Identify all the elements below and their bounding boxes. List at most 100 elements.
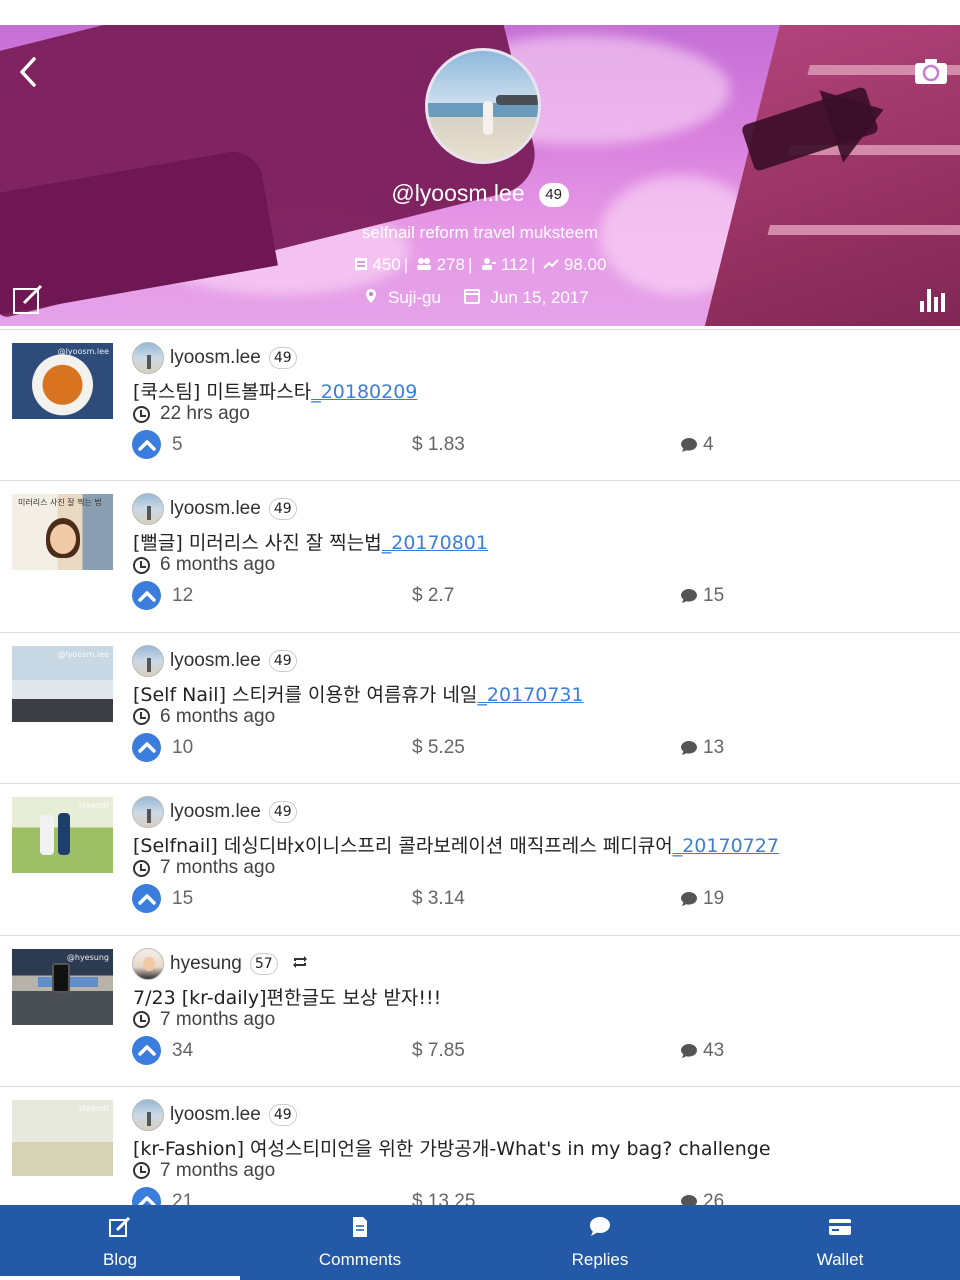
post-title-link[interactable]: _20170731 (477, 684, 583, 706)
post-time-text: 6 months ago (160, 705, 276, 727)
post-title[interactable]: [kr-Fashion] 여성스티미언을 위한 가방공개-What's in m… (133, 1134, 771, 1161)
reply-count-button[interactable]: 15 (680, 585, 724, 607)
post-author-row[interactable]: hyesung 57 (132, 947, 308, 980)
post-item[interactable]: steemit lyoosm.lee 49 [Selfnail] 데싱디바x이니… (0, 784, 960, 936)
author-avatar[interactable] (132, 1098, 164, 1131)
chat-bubble-icon (681, 438, 697, 452)
post-item[interactable]: @lyoosm.lee lyoosm.lee 49 [Self Nail] 스티… (0, 633, 960, 785)
posts-count: 450 (372, 255, 401, 274)
chevron-up-icon (137, 591, 156, 602)
post-author-row[interactable]: lyoosm.lee 49 (132, 1098, 297, 1131)
reply-count-button[interactable]: 4 (680, 434, 714, 456)
resteem-icon (292, 954, 308, 973)
post-author-row[interactable]: lyoosm.lee 49 (132, 493, 297, 526)
post-title[interactable]: 7/23 [kr-daily]편한글도 보상 받자!!! (133, 983, 441, 1010)
reply-count: 13 (703, 736, 725, 758)
upvote-button[interactable] (132, 581, 161, 611)
profile-avatar[interactable] (425, 48, 541, 164)
reputation-badge: 49 (538, 183, 569, 207)
thumbnail-watermark: steemit (78, 801, 109, 811)
username-text: @lyoosm.lee (391, 180, 525, 206)
post-title-link[interactable]: _20170801 (382, 532, 488, 554)
back-button[interactable] (14, 55, 44, 89)
author-avatar[interactable] (132, 644, 164, 677)
post-title-text: [뻘글] 미러리스 사진 잘 찍는법 (133, 532, 382, 555)
author-avatar[interactable] (132, 342, 164, 374)
post-time: 7 months ago (133, 1009, 275, 1031)
vote-count: 34 (172, 1039, 194, 1061)
upvote-button[interactable] (132, 884, 161, 914)
post-thumbnail[interactable]: steemit (12, 797, 113, 874)
post-item[interactable]: steemit lyoosm.lee 49 [kr-Fashion] 여성스티미… (0, 1087, 960, 1205)
upvote-button[interactable] (132, 1186, 161, 1205)
chevron-up-icon (137, 439, 156, 451)
tab-comments[interactable]: Comments (240, 1205, 480, 1280)
thumbnail-watermark: steemit (78, 1103, 109, 1113)
edit-icon (13, 284, 43, 314)
clock-icon (133, 1011, 150, 1029)
profile-bio: selfnail reform travel muksteem (361, 223, 599, 242)
post-author-row[interactable]: lyoosm.lee 49 (132, 796, 297, 829)
stats-button[interactable] (918, 285, 948, 313)
post-thumbnail[interactable]: @lyoosm.lee (12, 645, 113, 722)
post-actions: 15 $ 3.14 19 (132, 884, 932, 914)
post-feed[interactable]: @lyoosm.lee lyoosm.leе 49 [쿡스팀] 미트볼파스타_2… (0, 329, 960, 1205)
post-thumbnail[interactable]: 미러리스 사진 잘 찍는 법 (12, 494, 113, 571)
calendar-icon (463, 289, 480, 304)
upvote-button[interactable] (132, 430, 161, 459)
clock-icon (133, 859, 150, 877)
chevron-left-icon (20, 57, 36, 87)
edit-profile-button[interactable] (12, 283, 44, 315)
bar-chart-icon (920, 289, 945, 312)
post-thumbnail[interactable]: @hyesung (12, 948, 113, 1025)
author-name[interactable]: lyoosm.lee (170, 650, 261, 672)
post-time-text: 6 months ago (160, 554, 276, 576)
post-time-text: 22 hrs ago (160, 403, 250, 424)
post-title[interactable]: [Selfnail] 데싱디바x이니스프리 콜라보레이션 매직프레스 페디큐어_… (133, 831, 779, 858)
post-item[interactable]: @lyoosm.lee lyoosm.leе 49 [쿡스팀] 미트볼파스타_2… (0, 330, 960, 482)
author-avatar[interactable] (132, 947, 164, 980)
vote-count: 12 (172, 585, 194, 607)
author-name[interactable]: hyesung (170, 953, 242, 975)
post-item[interactable]: 미러리스 사진 잘 찍는 법 lyoosm.lee 49 [뻘글] 미러리스 사… (0, 481, 960, 633)
post-title-link[interactable]: _20170727 (673, 835, 779, 857)
followers-icon (416, 258, 431, 270)
author-name[interactable]: lyoosm.lee (170, 498, 261, 520)
post-item[interactable]: @hyesung hyesung 57 7/23 [kr-daily]편한글도 … (0, 936, 960, 1087)
reply-count-button[interactable]: 13 (680, 737, 724, 759)
clock-icon (133, 708, 150, 726)
reply-count-button[interactable]: 43 (680, 1040, 724, 1062)
chat-bubble-icon (681, 1043, 697, 1058)
upvote-button[interactable] (132, 732, 161, 762)
joined-date: Jun 15, 2017 (490, 288, 589, 307)
reply-count-button[interactable]: 19 (680, 888, 724, 910)
tab-replies[interactable]: Replies (480, 1205, 720, 1280)
post-title[interactable]: [뻘글] 미러리스 사진 잘 찍는법_20170801 (133, 528, 488, 555)
post-thumbnail[interactable]: steemit (12, 1099, 113, 1176)
chat-bubble-icon (681, 740, 697, 755)
reply-count-button[interactable]: 26 (680, 1191, 724, 1205)
post-title-link[interactable]: _20180209 (311, 381, 417, 403)
change-cover-button[interactable] (914, 57, 948, 85)
author-reputation: 49 (268, 801, 297, 824)
upvote-button[interactable] (132, 1035, 161, 1065)
post-thumbnail[interactable]: @lyoosm.lee (12, 343, 113, 419)
author-name[interactable]: lyoosm.lee (170, 1104, 261, 1126)
payout-value: $ 1.83 (412, 434, 465, 455)
post-author-row[interactable]: lyoosm.lee 49 (132, 644, 297, 677)
chat-bubble-icon (681, 589, 697, 604)
chevron-up-icon (137, 1045, 156, 1056)
tab-blog-label: Blog (102, 1250, 138, 1269)
post-title[interactable]: [Self Nail] 스티커를 이용한 여름휴가 네일_20170731 (133, 680, 584, 707)
payout-value: $ 2.7 (412, 585, 455, 607)
author-avatar[interactable] (132, 796, 164, 829)
author-name[interactable]: lyoosm.leе (170, 347, 261, 369)
tab-blog[interactable]: Blog (0, 1205, 240, 1280)
author-name[interactable]: lyoosm.lee (170, 801, 261, 823)
tab-wallet[interactable]: Wallet (720, 1205, 960, 1280)
post-author-row[interactable]: lyoosm.leе 49 (132, 342, 297, 374)
author-avatar[interactable] (132, 493, 164, 526)
clock-icon (133, 405, 150, 423)
post-time-text: 7 months ago (160, 1159, 276, 1181)
post-title[interactable]: [쿡스팀] 미트볼파스타_20180209 (133, 377, 417, 404)
